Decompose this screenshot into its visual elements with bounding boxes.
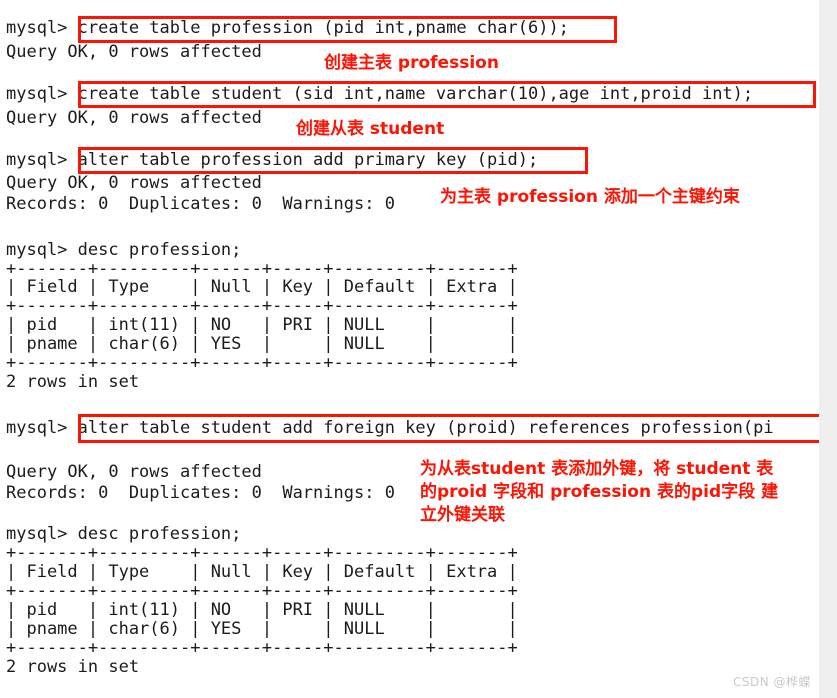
terminal-line: +-------+---------+------+-----+--------… [6, 353, 518, 373]
red-annotation: 创建从表 student [296, 119, 445, 139]
terminal-line: mysql> alter table student add foreign k… [6, 418, 774, 438]
terminal-line: +-------+---------+------+-----+--------… [6, 581, 518, 601]
terminal-line: mysql> create table student (sid int,nam… [6, 84, 754, 104]
terminal-line: +-------+---------+------+-----+--------… [6, 638, 518, 658]
terminal-line: | Field | Type | Null | Key | Default | … [6, 562, 518, 582]
red-annotation: 创建主表 profession [324, 53, 499, 73]
terminal-line: | pid | int(11) | NO | PRI | NULL | | [6, 315, 518, 335]
terminal-line: Records: 0 Duplicates: 0 Warnings: 0 [6, 194, 395, 214]
terminal-line: mysql> desc profession; [6, 240, 242, 260]
terminal-line: | Field | Type | Null | Key | Default | … [6, 277, 518, 297]
terminal-line: +-------+---------+------+-----+--------… [6, 296, 518, 316]
terminal-line: mysql> alter table profession add primar… [6, 150, 539, 170]
terminal-line: Query OK, 0 rows affected [6, 462, 262, 482]
terminal-line: Records: 0 Duplicates: 0 Warnings: 0 [6, 483, 395, 503]
terminal-line: 2 rows in set [6, 372, 140, 392]
terminal-line: | pname | char(6) | YES | | NULL | | [6, 619, 518, 639]
terminal-screenshot: mysql> create table profession (pid int,… [0, 0, 837, 698]
terminal-line: | pid | int(11) | NO | PRI | NULL | | [6, 600, 518, 620]
terminal-line: +-------+---------+------+-----+--------… [6, 259, 518, 279]
terminal-line: +-------+---------+------+-----+--------… [6, 543, 518, 563]
terminal-line: mysql> desc profession; [6, 524, 242, 544]
terminal-line: Query OK, 0 rows affected [6, 108, 262, 128]
right-edge-strip [819, 0, 837, 698]
terminal-line: Query OK, 0 rows affected [6, 173, 262, 193]
terminal-line: | pname | char(6) | YES | | NULL | | [6, 334, 518, 354]
terminal-line: mysql> create table profession (pid int,… [6, 18, 569, 38]
red-annotation: 为主表 profession 添加一个主键约束 [440, 187, 740, 207]
terminal-line: Query OK, 0 rows affected [6, 42, 262, 62]
red-annotation: 为从表student 表添加外键，将 student 表 的proid 字段和 … [420, 459, 779, 525]
csdn-watermark: CSDN @桦蝶 [732, 675, 811, 689]
terminal-line: 2 rows in set [6, 657, 140, 677]
